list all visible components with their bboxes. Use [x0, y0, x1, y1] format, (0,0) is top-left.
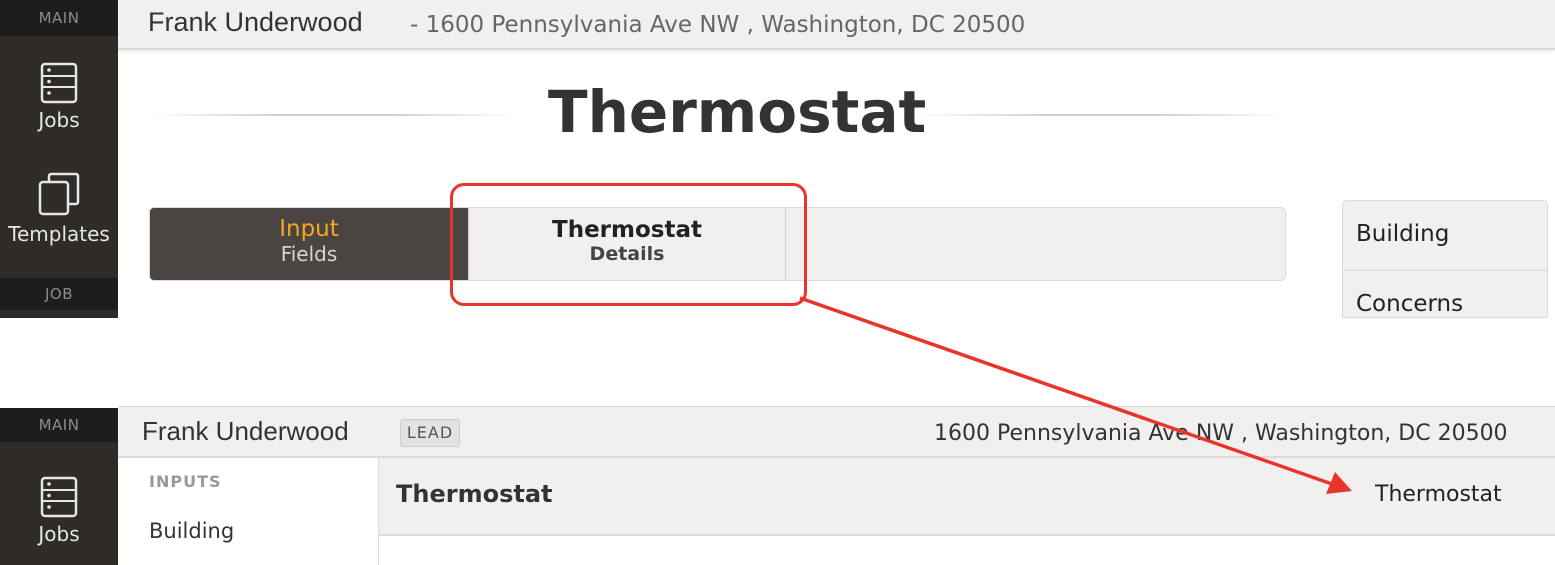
annotation-arrow [799, 296, 1352, 494]
